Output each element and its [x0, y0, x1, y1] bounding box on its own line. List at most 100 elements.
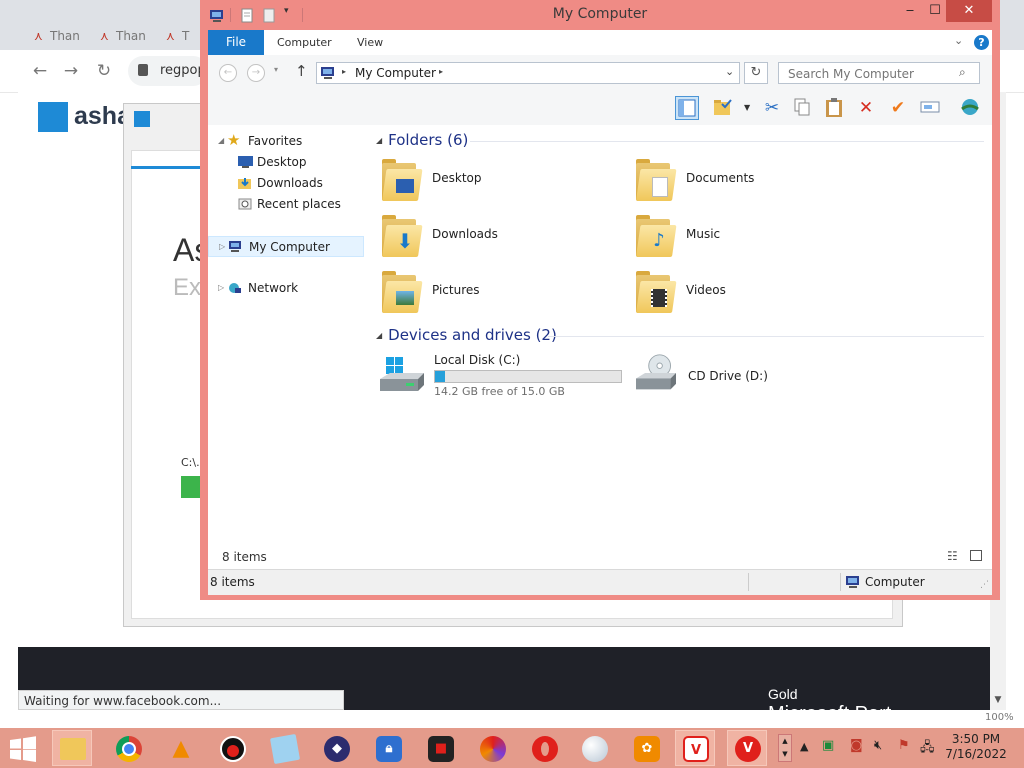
promo-label: Gold — [768, 686, 798, 702]
delete-x-icon[interactable]: ✕ — [854, 96, 878, 120]
taskbar-recorder[interactable] — [212, 730, 252, 766]
maximize-button[interactable]: ☐ — [924, 0, 946, 22]
address-dropdown-icon[interactable]: ⌄ — [725, 65, 734, 78]
drive-cd-d[interactable]: CD Drive (D:) — [632, 351, 872, 401]
disk-usage-fill — [435, 371, 445, 382]
action-center-flag-icon[interactable]: ⚑ — [898, 738, 910, 753]
status-separator — [840, 573, 841, 591]
navigation-pane: ◢ ★ Favorites Desktop Downloads Recent p… — [208, 125, 367, 545]
copy-icon[interactable] — [790, 96, 814, 120]
nav-downloads[interactable]: Downloads — [208, 173, 364, 193]
folder-options-icon[interactable] — [711, 96, 735, 120]
recent-locations-icon[interactable]: ▾ — [274, 65, 278, 74]
show-hidden-icons-icon[interactable]: ▲ — [800, 740, 808, 753]
tray-camera-icon[interactable]: ◙ — [850, 738, 863, 753]
taskbar-uc-browser[interactable]: ✿ — [626, 730, 666, 766]
folder-pictures[interactable]: Pictures — [380, 267, 620, 321]
taskbar-circle-app[interactable] — [574, 730, 614, 766]
nav-my-computer[interactable]: ▷ My Computer — [208, 236, 364, 257]
taskbar-lock-app[interactable]: 🔒︎ — [368, 730, 408, 766]
nav-favorites[interactable]: ◢ ★ Favorites — [208, 131, 364, 151]
taskbar-clock[interactable]: 3:50 PM 7/16/2022 — [940, 732, 1012, 762]
folders-group-header[interactable]: ◢ Folders (6) — [376, 131, 468, 149]
taskbar-browser-swirl[interactable] — [472, 730, 512, 766]
expand-triangle-icon[interactable]: ▷ — [219, 237, 225, 257]
folder-videos[interactable]: Videos — [634, 267, 874, 321]
nav-network[interactable]: ▷ Network — [208, 278, 364, 298]
taskbar: ▲ ◆ 🔒︎ ■ ✿ V V ▲ ▼ ▲ ▣ ◙ 🔇︎ ⚑ 🖧︎ 3:50 PM … — [0, 728, 1024, 768]
network-globe-icon[interactable] — [958, 96, 982, 120]
nav-recent-places[interactable]: Recent places — [208, 194, 364, 214]
hard-drive-icon — [380, 357, 424, 391]
collapse-triangle-icon[interactable]: ◢ — [376, 331, 382, 340]
folder-desktop[interactable]: Desktop — [380, 155, 620, 209]
drive-c-free-space: 14.2 GB free of 15.0 GB — [434, 385, 565, 398]
rename-icon[interactable] — [918, 96, 942, 120]
browser-tab[interactable]: ⋏ Than — [100, 22, 146, 50]
downloads-folder-icon: ⬇ — [380, 215, 423, 257]
tab-view[interactable]: View — [357, 36, 383, 49]
folder-documents[interactable]: Documents — [634, 155, 874, 209]
tab-computer[interactable]: Computer — [277, 36, 332, 49]
close-button[interactable]: ✕ — [946, 0, 992, 22]
taskbar-file-explorer[interactable] — [52, 730, 92, 766]
nav-desktop[interactable]: Desktop — [208, 152, 364, 172]
tab-file[interactable]: File — [208, 30, 264, 55]
breadcrumb-chevron-icon[interactable]: ▸ — [439, 67, 443, 76]
expand-ribbon-icon[interactable]: ⌄ — [954, 34, 963, 47]
tray-app-icon[interactable]: ▣ — [822, 738, 834, 753]
up-arrow-icon[interactable]: ↑ — [295, 62, 308, 80]
taskbar-screen-recorder[interactable]: ■ — [420, 730, 460, 766]
scroll-down-arrow-icon[interactable]: ▼ — [990, 692, 1006, 708]
taskbar-vpn[interactable]: ◆ — [316, 730, 356, 766]
back-arrow-icon[interactable]: ← — [29, 60, 51, 82]
address-bar[interactable]: ▸ My Computer ▸ ⌄ — [316, 62, 740, 84]
search-icon[interactable]: ⌕ — [959, 65, 966, 80]
group-divider — [548, 336, 984, 337]
paste-clipboard-icon[interactable] — [822, 96, 846, 120]
forward-button[interactable]: → — [247, 64, 265, 82]
taskbar-vivaldi-2[interactable]: V — [727, 730, 767, 766]
folder-downloads[interactable]: ⬇ Downloads — [380, 211, 620, 265]
taskbar-vlc[interactable]: ▲ — [160, 730, 200, 766]
resize-grip-icon[interactable]: ⋰ — [980, 580, 989, 590]
details-view-icon[interactable]: ☷ — [947, 549, 958, 563]
drives-group-header[interactable]: ◢ Devices and drives (2) — [376, 326, 557, 344]
drive-local-disk-c[interactable]: Local Disk (C:) 14.2 GB free of 15.0 GB — [378, 351, 628, 401]
browser-tab[interactable]: ⋏ Than — [34, 22, 80, 50]
folder-music[interactable]: ♪ Music — [634, 211, 874, 265]
refresh-icon[interactable]: ↻ — [744, 62, 768, 84]
network-icon — [229, 283, 241, 293]
forward-arrow-icon[interactable]: → — [60, 60, 82, 82]
record-icon — [220, 736, 246, 762]
large-icons-view-icon[interactable] — [970, 550, 982, 561]
back-button[interactable]: ← — [219, 64, 237, 82]
installer-path: C:\. — [181, 456, 200, 469]
taskbar-vivaldi-1[interactable]: V — [675, 730, 715, 766]
preview-pane-icon[interactable] — [675, 96, 699, 120]
address-bar[interactable]: regpop — [128, 56, 208, 86]
search-input[interactable] — [786, 64, 960, 84]
collapse-triangle-icon[interactable]: ◢ — [376, 136, 382, 145]
reload-icon[interactable]: ↻ — [93, 60, 115, 82]
options-dropdown-icon[interactable]: ▼ — [744, 103, 750, 112]
help-icon[interactable]: ? — [974, 35, 989, 50]
minimize-button[interactable]: ‒ — [900, 0, 920, 22]
windows-start-icon[interactable] — [8, 736, 38, 762]
swirl-browser-icon — [480, 736, 506, 762]
collapse-triangle-icon[interactable]: ◢ — [218, 131, 224, 151]
breadcrumb-chevron-icon[interactable]: ▸ — [342, 67, 346, 76]
search-box[interactable]: ⌕ — [778, 62, 980, 84]
pictures-folder-icon — [380, 271, 423, 313]
taskbar-notepad[interactable] — [264, 730, 304, 766]
checkmark-icon[interactable]: ✔ — [886, 96, 910, 120]
volume-muted-icon[interactable]: 🔇︎ — [874, 738, 882, 753]
taskbar-chrome[interactable] — [108, 730, 148, 766]
expand-triangle-icon[interactable]: ▷ — [218, 278, 224, 298]
network-icon[interactable]: 🖧︎ — [920, 738, 935, 760]
breadcrumb-my-computer[interactable]: My Computer — [355, 66, 436, 80]
cut-scissors-icon[interactable]: ✂ — [760, 96, 784, 120]
taskbar-scroll-icon[interactable]: ▲ ▼ — [778, 734, 792, 762]
taskbar-opera[interactable] — [524, 730, 564, 766]
browser-tab[interactable]: ⋏ T — [166, 22, 189, 50]
